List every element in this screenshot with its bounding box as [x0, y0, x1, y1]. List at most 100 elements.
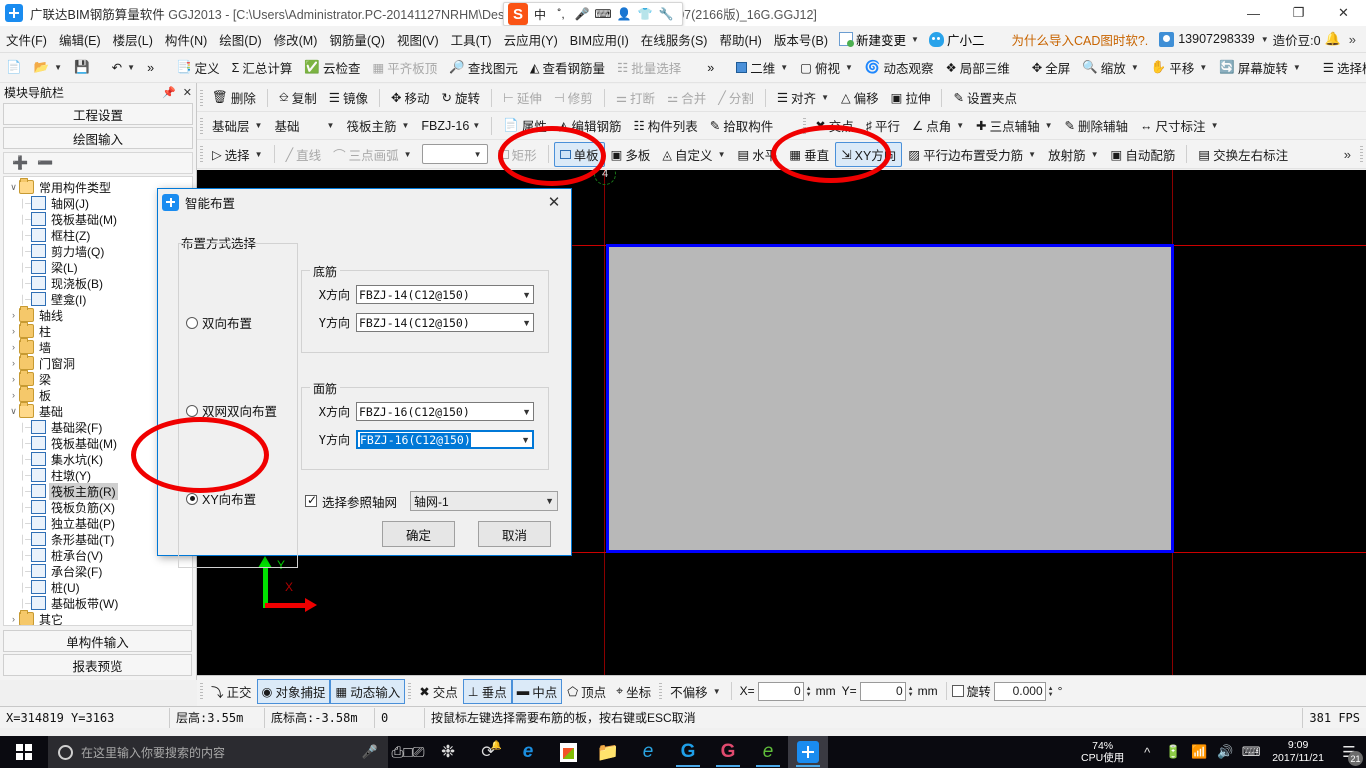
floor-selector[interactable]: 基础层 ▼ — [206, 113, 268, 138]
taskbar-app-store[interactable] — [548, 736, 588, 768]
pick-component-button[interactable]: ✎ 拾取构件 — [704, 113, 780, 138]
tray-wifi-icon[interactable]: 📶 — [1186, 736, 1212, 768]
menu-item-edit[interactable]: 编辑(E) — [53, 27, 107, 52]
project-settings-button[interactable]: 工程设置 — [3, 103, 193, 125]
tray-expand-chevron-up-icon[interactable]: ^ — [1134, 736, 1160, 768]
menu-item-bim[interactable]: BIM应用(I) — [564, 27, 635, 52]
menu-item-version[interactable]: 版本号(B) — [768, 27, 834, 52]
draw-input-button[interactable]: 绘图输入 — [3, 127, 193, 149]
menu-item-cloud[interactable]: 云应用(Y) — [498, 27, 564, 52]
open-file-button[interactable]: 📂 ▼ — [28, 57, 69, 78]
undo-button[interactable]: ↶ ▼ — [106, 57, 141, 78]
menu-item-view[interactable]: 视图(V) — [391, 27, 445, 52]
zoom-button[interactable]: 🔍 缩放 ▼ — [1076, 55, 1145, 80]
mirror-button[interactable]: ☰ 镜像 — [323, 85, 374, 110]
cancel-button[interactable]: 取消 — [478, 521, 551, 547]
stretch-button[interactable]: ▣ 拉伸 — [885, 85, 937, 110]
taskbar-app-pinwheel[interactable]: ❉ — [428, 736, 468, 768]
top-rebar-y-combo[interactable]: FBZJ-16(C12@150) ▼ — [356, 430, 534, 449]
taskbar-app-edge[interactable]: e — [508, 736, 548, 768]
view-2d-button[interactable]: 二维 ▼ — [730, 55, 794, 80]
pan-button[interactable]: ✋ 平移 ▼ — [1145, 55, 1214, 80]
snap-perpendicular-button[interactable]: ⊥ 垂点 — [462, 678, 512, 704]
align-button[interactable]: ☰ 对齐 ▼ — [771, 85, 835, 110]
bottom-rebar-y-combo[interactable]: FBZJ-14(C12@150) ▼ — [356, 313, 534, 332]
action-center-button[interactable]: ☰ 21 — [1332, 736, 1366, 768]
close-button[interactable]: ✕ — [1321, 0, 1366, 26]
rotate-spinner-icon[interactable]: ▲ ▼ — [1046, 683, 1056, 702]
slab-element[interactable] — [606, 244, 1174, 553]
rotate-button[interactable]: ↻ 旋转 — [436, 85, 487, 110]
select-tool-button[interactable]: ▷ 选择 ▼ — [206, 142, 269, 167]
promo-text[interactable]: 为什么导入CAD图时软?. — [1011, 30, 1148, 49]
ime-settings-wrench-icon[interactable]: 🔧 — [657, 4, 675, 24]
tree-expander-icon[interactable]: › — [8, 374, 19, 384]
nav-close-icon[interactable]: ✕ — [183, 86, 192, 99]
taskbar-app-browser-red[interactable]: G — [708, 736, 748, 768]
fullscreen-button[interactable]: ✥ 全屏 — [1026, 55, 1077, 80]
menu-item-tools[interactable]: 工具(T) — [445, 27, 498, 52]
menu-item-rebar-qty[interactable]: 钢筋量(Q) — [323, 27, 391, 52]
x-coord-input[interactable]: 0 ▲ ▼ — [757, 681, 812, 701]
member-selector[interactable]: FBZJ-16 ▼ — [415, 116, 486, 136]
taskbar-search-box[interactable]: 在这里输入你要搜索的内容 🎤 — [48, 736, 388, 768]
cloud-check-button[interactable]: ✅ 云检查 — [298, 55, 366, 80]
dynamic-observe-button[interactable]: 🌀 动态观察 — [859, 55, 940, 80]
select-floor-button[interactable]: ☰选择楼层 — [1317, 55, 1366, 80]
toolbar4-overflow[interactable]: » — [1338, 147, 1357, 162]
set-grip-button[interactable]: ✎ 设置夹点 — [947, 85, 1023, 110]
ime-skin-icon[interactable]: 👕 — [636, 4, 654, 24]
three-point-axis-button[interactable]: ✚ 三点辅轴 ▼ — [970, 113, 1058, 138]
snap-vertex-button[interactable]: ⬠ 顶点 — [562, 679, 611, 704]
radio-xy-direction[interactable]: XY向布置 — [186, 489, 256, 508]
menubar-overflow-icon[interactable]: » — [1345, 32, 1360, 47]
aux-parallel-button[interactable]: ♯ 平行 — [860, 113, 906, 138]
chevron-down-icon[interactable]: ▼ — [522, 318, 531, 328]
chevron-down-icon[interactable]: ▼ — [545, 496, 554, 506]
taskbar-app-internet-explorer[interactable]: e — [628, 736, 668, 768]
tree-expander-icon[interactable]: › — [8, 358, 19, 368]
dimension-button[interactable]: ↔ 尺寸标注 ▼ — [1134, 113, 1224, 138]
tree-expander-icon[interactable]: › — [8, 342, 19, 352]
multi-slab-button[interactable]: ▣ 多板 — [605, 142, 657, 167]
delete-button[interactable]: 🗑 删除 — [206, 85, 262, 110]
toolbar1-overflow-left[interactable]: » — [701, 58, 720, 78]
account-phone[interactable]: 13907298339 — [1178, 32, 1254, 46]
offset-mode-selector[interactable]: 不偏移 ▼ — [665, 679, 725, 704]
ime-microphone-icon[interactable]: 🎤 — [573, 4, 591, 24]
menu-item-floor[interactable]: 楼层(L) — [107, 27, 159, 52]
smart-layout-dialog[interactable]: 智能布置 ✕ 布置方式选择 双向布置 双网双向布置 XY向布置 底筋 X方向 F… — [157, 188, 572, 568]
taskbar-clock[interactable]: 9:09 2017/11/21 — [1264, 739, 1332, 765]
ime-punctuation-icon[interactable]: ˚, — [552, 4, 570, 24]
parallel-edge-rebar-button[interactable]: ▨ 平行边布置受力筋 ▼ — [902, 142, 1042, 167]
local-3d-button[interactable]: ❖ 局部三维 — [939, 55, 1015, 80]
collapse-all-icon[interactable]: ➖ — [37, 155, 53, 171]
component-list-button[interactable]: ☷ 构件列表 — [627, 113, 703, 138]
tree-expander-icon[interactable]: › — [8, 614, 19, 624]
find-element-button[interactable]: 🔎 查找图元 — [443, 55, 524, 80]
ok-button[interactable]: 确定 — [382, 521, 455, 547]
auto-rebar-button[interactable]: ▣ 自动配筋 — [1105, 142, 1182, 167]
aux-intersection-button[interactable]: ✖ 交点 — [809, 113, 860, 138]
ime-handwriting-icon[interactable]: 👤 — [615, 4, 633, 24]
chevron-down-icon[interactable]: ▼ — [522, 290, 531, 300]
radial-rebar-button[interactable]: 放射筋 ▼ — [1042, 142, 1104, 167]
tree-item[interactable]: │─ 承台梁(F) — [4, 563, 192, 579]
screen-rotate-button[interactable]: 🔄 屏幕旋转 ▼ — [1213, 55, 1307, 80]
y-spinner-icon[interactable]: ▲ ▼ — [906, 683, 916, 702]
edit-rebar-button[interactable]: ◭ 编辑钢筋 — [553, 113, 628, 138]
custom-button[interactable]: ◬ 自定义 ▼ — [656, 142, 731, 167]
delete-aux-axis-button[interactable]: ✎ 删除辅轴 — [1059, 113, 1135, 138]
horizontal-button[interactable]: ▤ 水平 — [731, 142, 783, 167]
vertical-button[interactable]: ▦ 垂直 — [783, 142, 835, 167]
copy-button[interactable]: ⎒ 复制 — [273, 85, 323, 110]
tree-expander-icon[interactable]: › — [8, 310, 19, 320]
snap-intersection-button[interactable]: ✖ 交点 — [414, 679, 463, 704]
account-chevron-down-icon[interactable]: ▼ — [1261, 35, 1269, 44]
snap-midpoint-button[interactable]: ▬ 中点 — [511, 678, 563, 704]
x-spinner-icon[interactable]: ▲ ▼ — [804, 683, 814, 702]
top-rebar-x-combo[interactable]: FBZJ-16(C12@150) ▼ — [356, 402, 534, 421]
taskbar-app-browser-green[interactable]: e — [748, 736, 788, 768]
bottom-rebar-x-combo[interactable]: FBZJ-14(C12@150) ▼ — [356, 285, 534, 304]
chevron-down-icon[interactable]: ▼ — [522, 407, 531, 417]
